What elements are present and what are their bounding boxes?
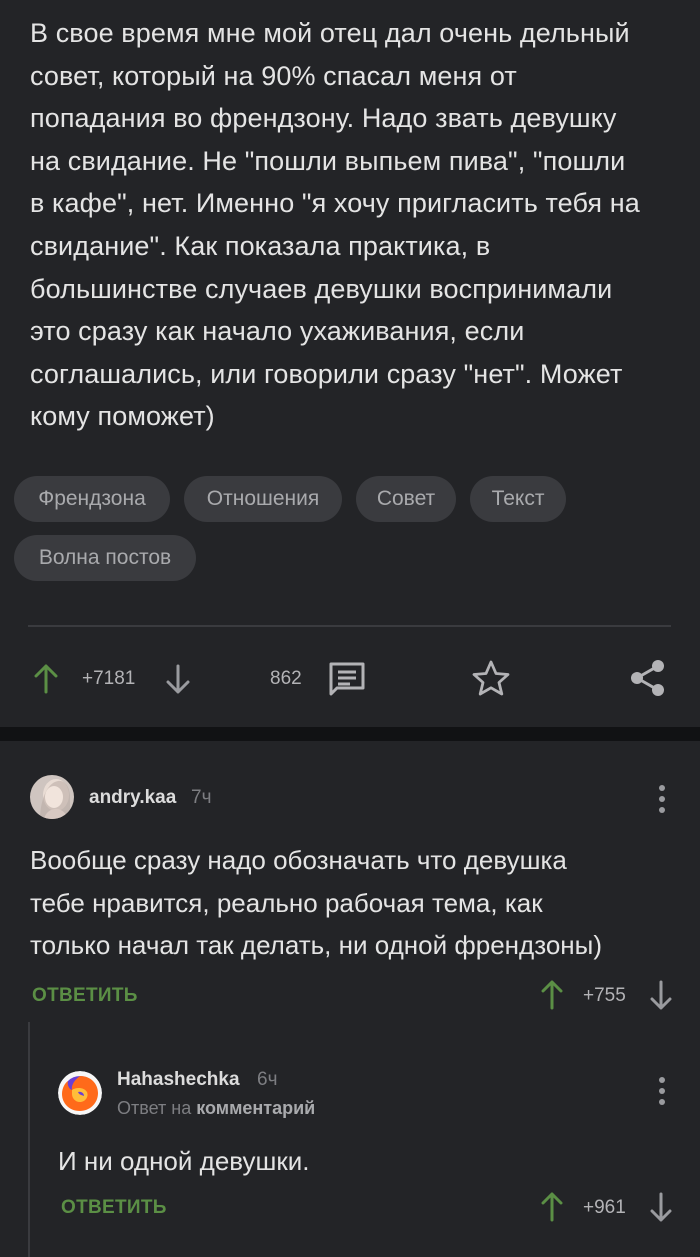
tag-relationships[interactable]: Отношения [184, 476, 342, 522]
reply-button[interactable]: ОТВЕТИТЬ [61, 1197, 167, 1219]
post-text-line: соглашались, или говорили сразу "нет". М… [30, 358, 623, 389]
thread-line [28, 1022, 30, 1257]
share-icon[interactable] [628, 658, 668, 698]
star-icon[interactable] [471, 659, 511, 697]
firefox-avatar-icon [58, 1071, 102, 1115]
post-text-line: на свидание. Не "пошли выпьем пива", "по… [30, 145, 626, 176]
comment-time: 7ч [191, 787, 212, 808]
post-text-line: свидание". Как показала практика, в [30, 230, 491, 261]
downvote-arrow-icon[interactable] [649, 1192, 673, 1222]
tag-friendzone[interactable]: Френдзона [14, 476, 170, 522]
upvote-arrow-icon[interactable] [540, 1192, 564, 1222]
reply-to-label[interactable]: Ответ на комментарий [117, 1098, 315, 1119]
post-text-line: попадания во френдзону. Надо звать девуш… [30, 103, 617, 134]
reply-to-prefix: Ответ на [117, 1098, 192, 1118]
post-text-line: это сразу как начало ухаживания, если [30, 316, 525, 347]
reply-to-target[interactable]: комментарий [196, 1098, 315, 1118]
tag-post-wave[interactable]: Волна постов [14, 535, 196, 581]
post-actions-bar: +7181 862 [0, 650, 700, 706]
post-text-line: В свое время мне мой отец дал очень дель… [30, 18, 630, 48]
more-dots-icon[interactable] [658, 785, 666, 815]
comment-time: 6ч [257, 1069, 278, 1090]
comment-text-line: Вообще сразу надо обозначать что девушка [30, 845, 567, 875]
post-text-line: совет, который на 90% спасал меня от [30, 60, 517, 91]
comment-rating: +961 [583, 1197, 626, 1218]
comment-author[interactable]: Hahashechka [117, 1069, 240, 1091]
tag-advice[interactable]: Совет [356, 476, 456, 522]
comment-body: И ни одной девушки. [58, 1140, 678, 1183]
tag-text[interactable]: Текст [470, 476, 566, 522]
comment-author[interactable]: andry.kaa [89, 787, 176, 809]
upvote-arrow-icon[interactable] [33, 664, 59, 694]
avatar[interactable] [58, 1071, 102, 1115]
post-text-line: кому поможет) [30, 401, 215, 432]
upvote-arrow-icon[interactable] [540, 980, 564, 1010]
post-text-line: большинстве случаев девушки воспринимали [30, 273, 613, 304]
downvote-arrow-icon[interactable] [165, 664, 191, 694]
comment-body: Вообще сразу надо обозначать что девушка… [30, 839, 680, 967]
more-dots-icon[interactable] [658, 1077, 666, 1107]
comment-text-line: только начал так делать, ни одной френдз… [30, 930, 602, 960]
post-rating: +7181 [82, 668, 136, 689]
post-body: В свое время мне мой отец дал очень дель… [30, 12, 680, 438]
downvote-arrow-icon[interactable] [649, 980, 673, 1010]
avatar-image [30, 775, 74, 819]
actions-divider [28, 625, 671, 627]
comment-text-line: И ни одной девушки. [58, 1146, 310, 1176]
comments-count: 862 [270, 668, 302, 689]
post-text-line: в кафе", нет. Именно "я хочу пригласить … [30, 188, 640, 219]
reply-button[interactable]: ОТВЕТИТЬ [32, 985, 138, 1007]
comment-bubble-icon[interactable] [327, 660, 367, 698]
post-card: В свое время мне мой отец дал очень дель… [0, 0, 700, 727]
comments-section: andry.kaa 7ч Вообще сразу надо обозначат… [0, 741, 700, 1257]
comment-rating: +755 [583, 985, 626, 1006]
comment-text-line: тебе нравится, реально рабочая тема, как [30, 887, 543, 918]
avatar[interactable] [30, 775, 74, 819]
